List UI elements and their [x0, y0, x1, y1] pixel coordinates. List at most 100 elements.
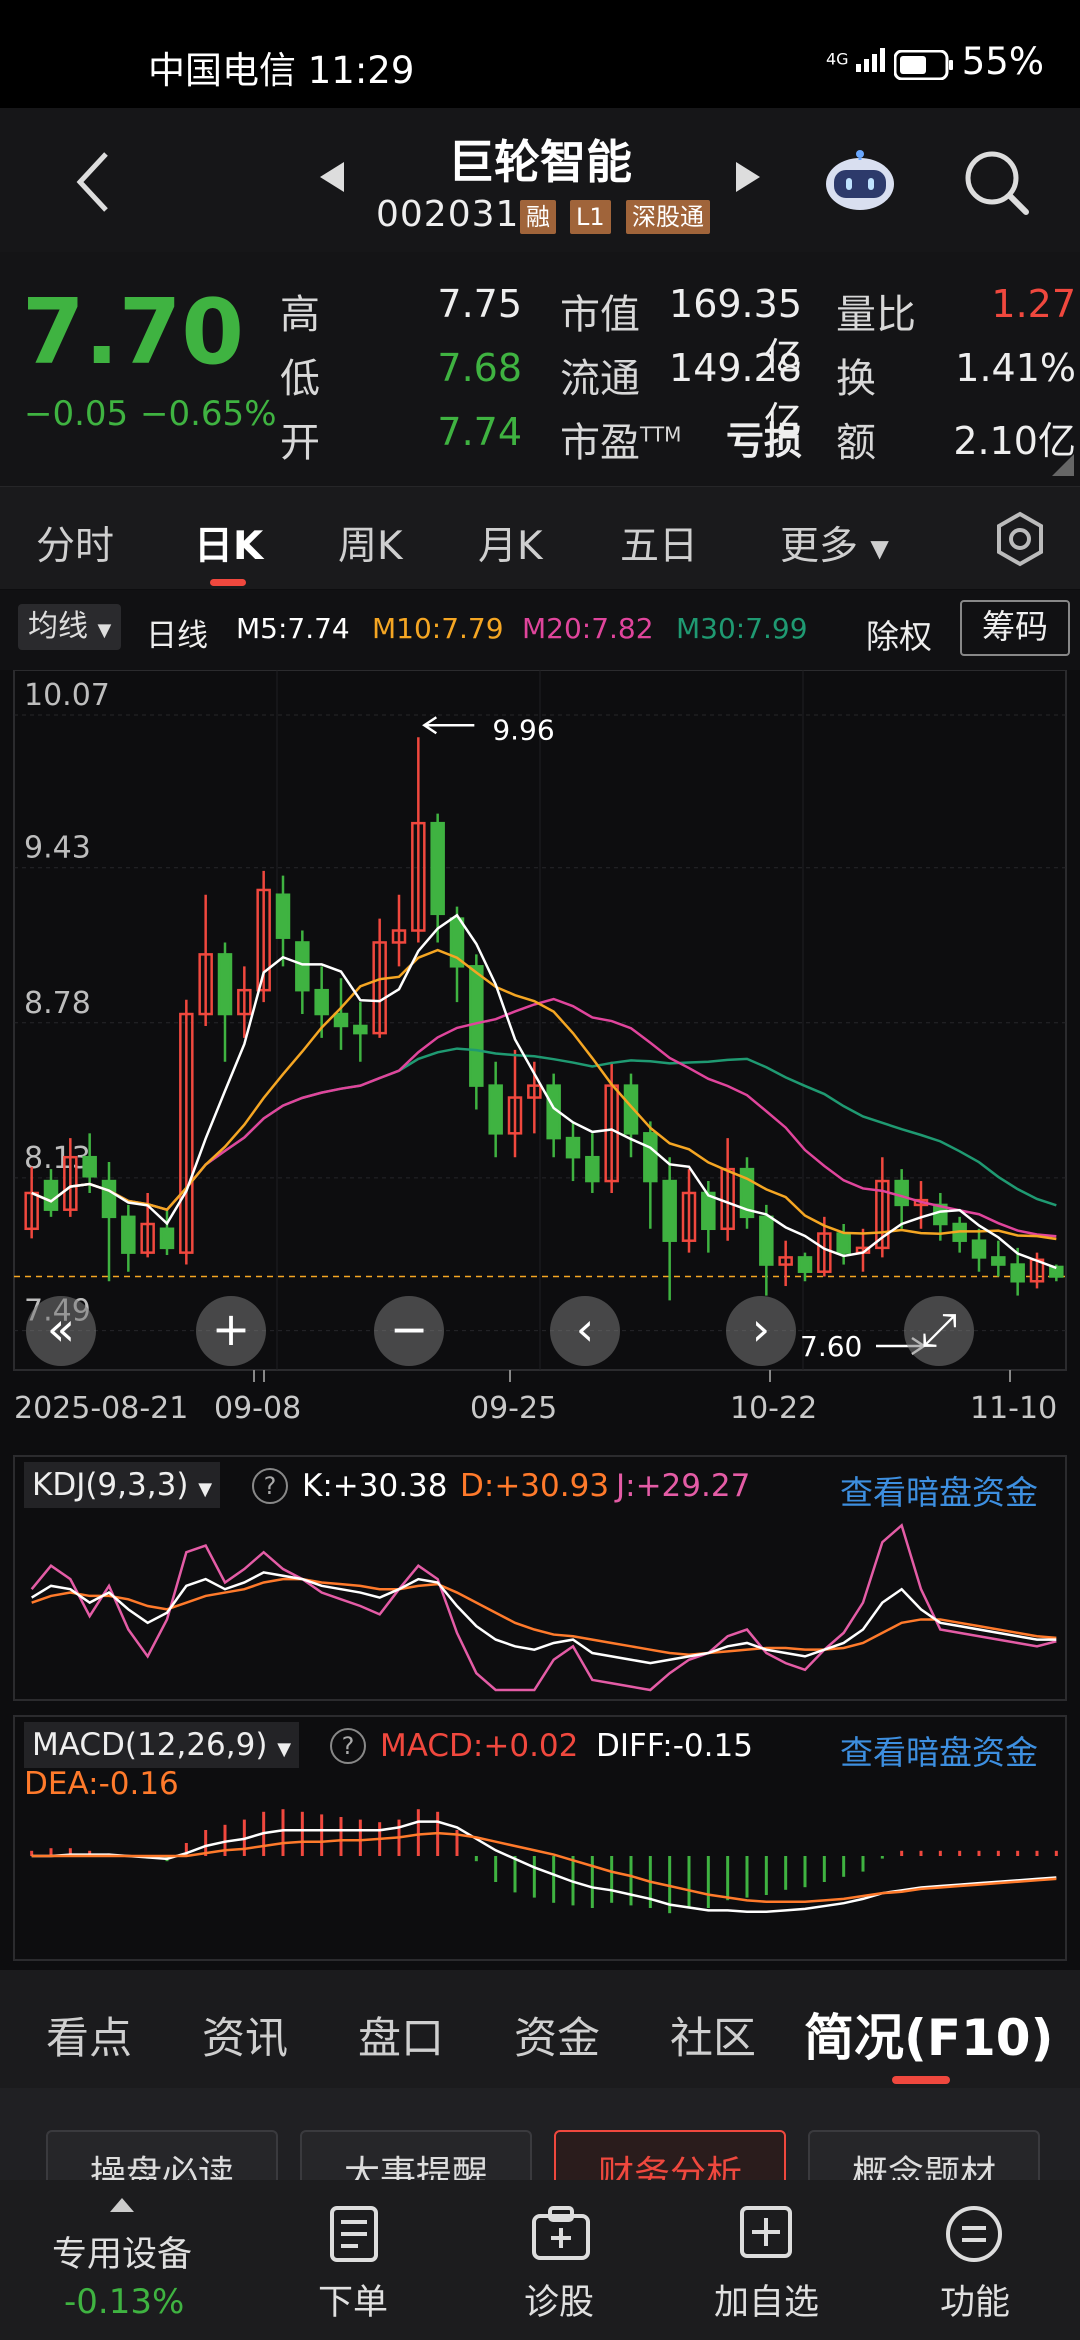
chevron-down-icon: ▼	[97, 620, 112, 641]
tab-news[interactable]: 资讯	[202, 2004, 288, 2066]
rewind-icon[interactable]: «	[26, 1296, 96, 1366]
candle-body	[991, 1256, 1006, 1266]
quote-panel: 7.70 −0.05 −0.65% 高 低 开 7.75 7.68 7.74 市…	[0, 252, 1080, 486]
kdj-line	[30, 1523, 1057, 1692]
nav-add-watchlist[interactable]: 加自选	[714, 2274, 819, 2325]
candle-body	[585, 1155, 600, 1183]
tag-level: L1	[570, 200, 611, 234]
status-bar: 中国电信 11:29 4G 55%	[0, 0, 1080, 108]
kdj-line	[31, 1571, 1057, 1665]
candle-body	[353, 1024, 368, 1035]
vol-ratio-value: 1.27	[991, 282, 1076, 326]
next-stock-icon[interactable]	[734, 160, 762, 194]
tab-daily-k[interactable]: 日K	[194, 515, 263, 571]
sector-change: -0.13%	[64, 2282, 185, 2322]
kdj-j-value: J:+29.27	[616, 1468, 751, 1504]
nav-order[interactable]: 下单	[318, 2274, 388, 2325]
tab-highlights[interactable]: 看点	[46, 2004, 132, 2066]
tab-monthly-k[interactable]: 月K	[478, 515, 543, 571]
help-icon[interactable]: ?	[252, 1468, 288, 1504]
active-tab-indicator	[210, 579, 246, 586]
ma-dropdown[interactable]: 均线 ▼	[18, 604, 122, 650]
signal-icon: 4G	[826, 46, 892, 74]
period-label: 日线	[146, 618, 208, 654]
carrier-time: 中国电信 11:29	[148, 49, 415, 92]
fullscreen-icon[interactable]: ⤢	[904, 1296, 974, 1366]
sector-name: 专用设备	[52, 2235, 193, 2275]
tab-five-day[interactable]: 五日	[620, 515, 698, 571]
macd-dropdown[interactable]: MACD(12,26,9) ▼	[24, 1722, 300, 1768]
open-label: 开	[280, 420, 320, 466]
candle-body	[701, 1191, 716, 1231]
dark-pool-link[interactable]: 查看暗盘资金	[840, 1466, 1038, 1514]
candle-body	[314, 988, 329, 1016]
chart-controls: « + − ‹ › ⤢	[0, 1296, 1080, 1366]
kdj-d-value: D:+30.93	[460, 1468, 610, 1504]
search-icon[interactable]	[962, 148, 1032, 218]
zoom-in-icon[interactable]: +	[196, 1296, 266, 1366]
robot-assistant-icon[interactable]	[822, 146, 898, 216]
x-tick-label: 2025-08-21	[14, 1391, 188, 1426]
ma5-value: M5:7.74	[236, 612, 350, 645]
tab-weekly-k[interactable]: 周K	[338, 515, 403, 571]
diff-value: DIFF:-0.15	[596, 1728, 753, 1764]
vol-ratio-label: 量比	[836, 292, 916, 338]
chevron-down-icon: ▼	[870, 534, 889, 563]
y-tick-label: 8.78	[24, 986, 91, 1021]
tab-f10-profile[interactable]: 简况(F10)	[804, 1998, 1053, 2070]
kdj-header: KDJ(9,3,3) ▼ ? K:+30.38 D:+30.93 J:+29.2…	[0, 1456, 1080, 1516]
macd-value: MACD:+0.02	[380, 1728, 579, 1764]
diagnosis-icon[interactable]	[530, 2204, 592, 2264]
tab-intraday[interactable]: 分时	[36, 515, 114, 571]
tab-order-book[interactable]: 盘口	[358, 2004, 444, 2066]
chevron-down-icon: ▼	[277, 1739, 292, 1760]
x-tick-label: 09-25	[470, 1391, 557, 1426]
open-value: 7.74	[437, 410, 522, 454]
x-tick-label: 10-22	[730, 1391, 817, 1426]
kdj-dropdown[interactable]: KDJ(9,3,3) ▼	[24, 1462, 221, 1508]
stock-code: 002031	[376, 194, 520, 235]
expand-corner-icon[interactable]	[1050, 452, 1076, 478]
nav-diagnosis[interactable]: 诊股	[524, 2274, 594, 2325]
candle-body	[797, 1256, 813, 1273]
battery-percent: 55%	[961, 40, 1044, 83]
candle-body	[333, 1012, 349, 1028]
candle-body	[469, 965, 484, 1087]
candle-body	[217, 953, 233, 1016]
nav-functions[interactable]: 功能	[940, 2274, 1010, 2325]
amount-label: 额	[836, 420, 876, 466]
candle-body	[836, 1232, 851, 1254]
candle-body	[1010, 1263, 1025, 1283]
stock-name: 巨轮智能	[448, 135, 632, 189]
candle-body	[565, 1136, 581, 1159]
candle-body	[101, 1179, 117, 1219]
active-tab-indicator	[892, 2076, 950, 2084]
add-watchlist-icon[interactable]	[738, 2204, 794, 2260]
menu-icon[interactable]	[944, 2204, 1004, 2264]
zoom-out-icon[interactable]: −	[374, 1296, 444, 1366]
settings-icon[interactable]	[992, 511, 1048, 567]
y-tick-label: 9.43	[24, 831, 91, 866]
tab-community[interactable]: 社区	[670, 2004, 756, 2066]
candle-body	[82, 1155, 97, 1178]
help-icon[interactable]: ?	[330, 1728, 366, 1764]
kdj-k-value: K:+30.38	[302, 1468, 448, 1504]
macd-header: MACD(12,26,9) ▼ ? MACD:+0.02 DIFF:-0.15 …	[0, 1716, 1080, 1816]
candle-body	[295, 941, 310, 992]
pe-value: 亏损	[725, 419, 802, 463]
scroll-right-icon[interactable]: ›	[726, 1296, 796, 1366]
scroll-left-icon[interactable]: ‹	[550, 1296, 620, 1366]
dark-pool-link[interactable]: 查看暗盘资金	[840, 1726, 1038, 1774]
exright-button[interactable]: 除权	[866, 610, 932, 658]
period-tabs: 分时 日K 周K 月K 五日 更多 ▼	[0, 486, 1080, 589]
tag-margin: 融	[520, 200, 556, 234]
chips-button[interactable]: 筹码	[960, 600, 1070, 656]
order-icon[interactable]	[326, 2204, 382, 2264]
low-value: 7.68	[437, 346, 522, 390]
tab-more[interactable]: 更多 ▼	[780, 515, 889, 571]
candle-body	[894, 1179, 909, 1207]
tab-capital[interactable]: 资金	[514, 2004, 600, 2066]
sector-link[interactable]: 专用设备 -0.13%	[0, 2180, 250, 2340]
candle-body	[430, 821, 445, 916]
candle-body	[43, 1179, 59, 1211]
